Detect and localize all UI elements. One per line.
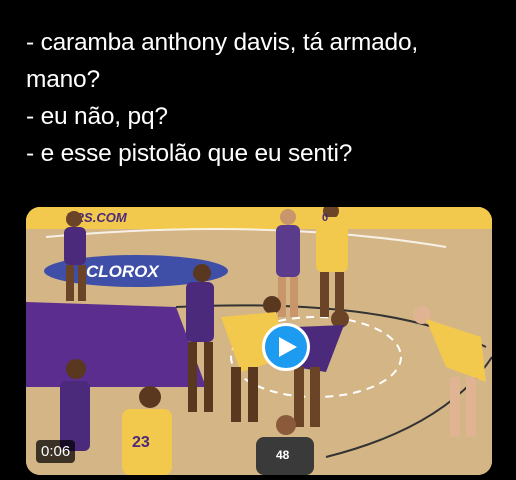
video-player[interactable]: ERS.COM CLOROX 0 23 48 0:06	[26, 207, 492, 475]
video-duration: 0:06	[36, 440, 76, 463]
jersey-number: 23	[132, 434, 150, 451]
video-frame: ERS.COM CLOROX 0 23 48	[26, 207, 492, 475]
play-button[interactable]	[262, 323, 310, 371]
tweet-text: - caramba anthony davis, tá armado, mano…	[26, 24, 496, 172]
tweet-line: mano?	[26, 66, 100, 93]
tweet-line: - caramba anthony davis, tá armado,	[26, 29, 419, 56]
floor-logo: CLOROX	[86, 262, 160, 281]
jersey-number: 48	[276, 448, 290, 462]
tweet-line: - eu não, pq?	[26, 103, 168, 130]
play-icon	[279, 337, 297, 357]
tweet-line: - e esse pistolão que eu senti?	[26, 140, 353, 167]
jersey-number: 0	[322, 212, 328, 224]
